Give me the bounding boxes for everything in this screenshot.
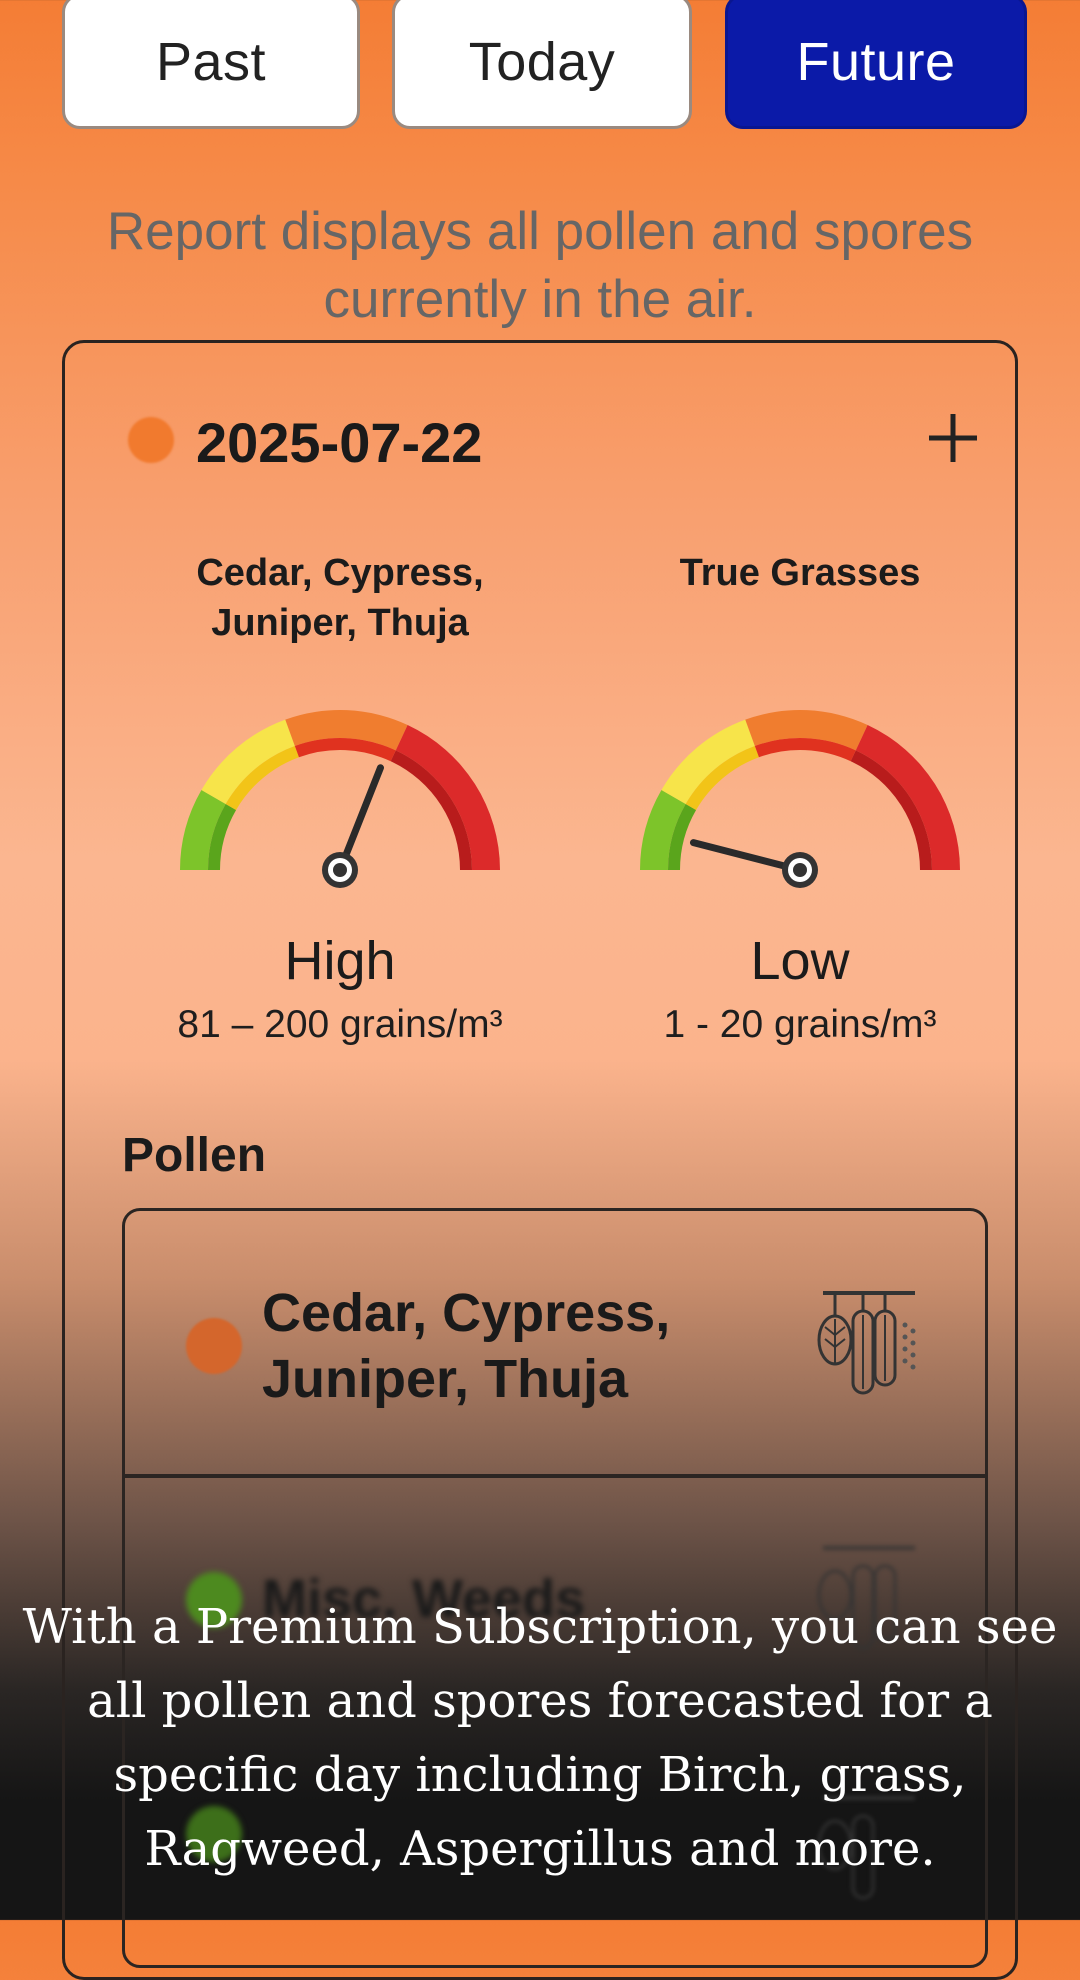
gauge-level-cedar: High — [284, 931, 396, 991]
plus-icon[interactable] — [925, 410, 981, 466]
list-item-label[interactable]: Cedar, Cypress, Juniper, Thuja — [262, 1280, 782, 1412]
pollen-gauge-grasses — [640, 710, 960, 888]
gauge-range-grasses: 1 - 20 grains/m³ — [663, 1003, 937, 1046]
tab-past[interactable]: Past — [62, 0, 360, 129]
gauge-title-cedar: Cedar, Cypress, Juniper, Thuja — [196, 552, 484, 644]
tree-pollen-icon — [817, 1291, 916, 1395]
pollen-gauge-cedar — [180, 710, 500, 888]
gauge-level-grasses: Low — [750, 931, 850, 991]
premium-promo-text: With a Premium Subscription, you can see… — [22, 1599, 1058, 1877]
gauge-range-cedar: 81 – 200 grains/m³ — [177, 1003, 503, 1046]
status-dot — [128, 417, 174, 463]
gauge-title-grasses: True Grasses — [679, 552, 921, 594]
report-info-text: Report displays all pollen and spores cu… — [106, 202, 974, 329]
tab-today[interactable]: Today — [392, 0, 692, 129]
section-title-pollen: Pollen — [122, 1129, 267, 1182]
tab-future[interactable]: Future — [725, 0, 1027, 129]
severity-dot — [186, 1318, 242, 1374]
list-divider — [124, 1474, 986, 1478]
report-date: 2025-07-22 — [196, 411, 483, 474]
